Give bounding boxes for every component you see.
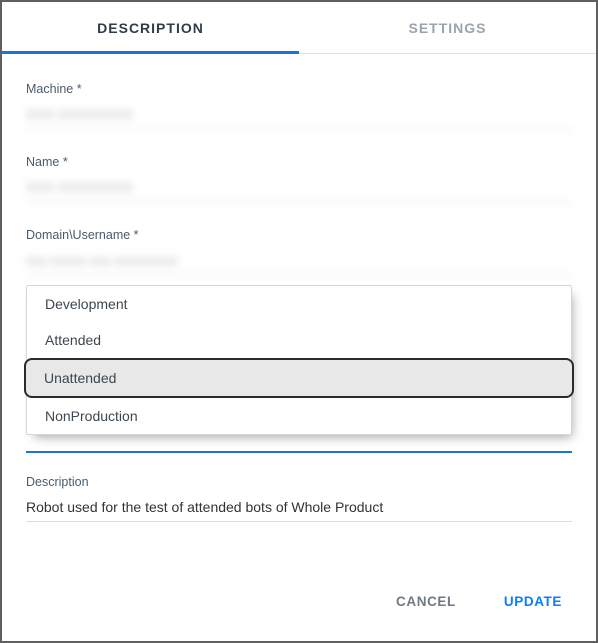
- tab-settings-label: SETTINGS: [408, 20, 486, 36]
- dropdown-option-development[interactable]: Development: [27, 286, 571, 322]
- tab-description[interactable]: DESCRIPTION: [2, 2, 299, 53]
- cancel-button[interactable]: CANCEL: [390, 586, 462, 617]
- content-area: Machine * XXX-XXXXXXXX Name * XXX-XXXXXX…: [2, 54, 596, 586]
- domain-username-field: Domain\Username * xxx.xxxxx.xxx.xxxxxxxx…: [26, 228, 572, 275]
- type-field-underline: [26, 451, 572, 453]
- dropdown-option-nonproduction[interactable]: NonProduction: [27, 398, 571, 434]
- name-input[interactable]: XXX-XXXXXXXX: [26, 179, 572, 202]
- description-field: Description Robot used for the test of a…: [26, 475, 572, 522]
- type-dropdown[interactable]: Development Attended Unattended NonProdu…: [26, 285, 572, 435]
- dropdown-option-attended[interactable]: Attended: [27, 322, 571, 358]
- dropdown-option-unattended[interactable]: Unattended: [24, 358, 574, 398]
- machine-label: Machine *: [26, 82, 572, 96]
- name-field: Name * XXX-XXXXXXXX: [26, 155, 572, 202]
- tab-description-label: DESCRIPTION: [97, 20, 204, 36]
- update-button[interactable]: UPDATE: [498, 586, 568, 617]
- dialog-actions: CANCEL UPDATE: [2, 586, 596, 641]
- tab-settings[interactable]: SETTINGS: [299, 2, 596, 53]
- name-label: Name *: [26, 155, 572, 169]
- machine-input[interactable]: XXX-XXXXXXXX: [26, 106, 572, 129]
- domain-username-input[interactable]: xxx.xxxxx.xxx.xxxxxxxxx: [26, 252, 572, 275]
- machine-field: Machine * XXX-XXXXXXXX: [26, 82, 572, 129]
- domain-username-label: Domain\Username *: [26, 228, 572, 242]
- dialog-frame: DESCRIPTION SETTINGS Machine * XXX-XXXXX…: [0, 0, 598, 643]
- tab-bar: DESCRIPTION SETTINGS: [2, 2, 596, 54]
- description-input[interactable]: Robot used for the test of attended bots…: [26, 499, 572, 522]
- description-label: Description: [26, 475, 572, 489]
